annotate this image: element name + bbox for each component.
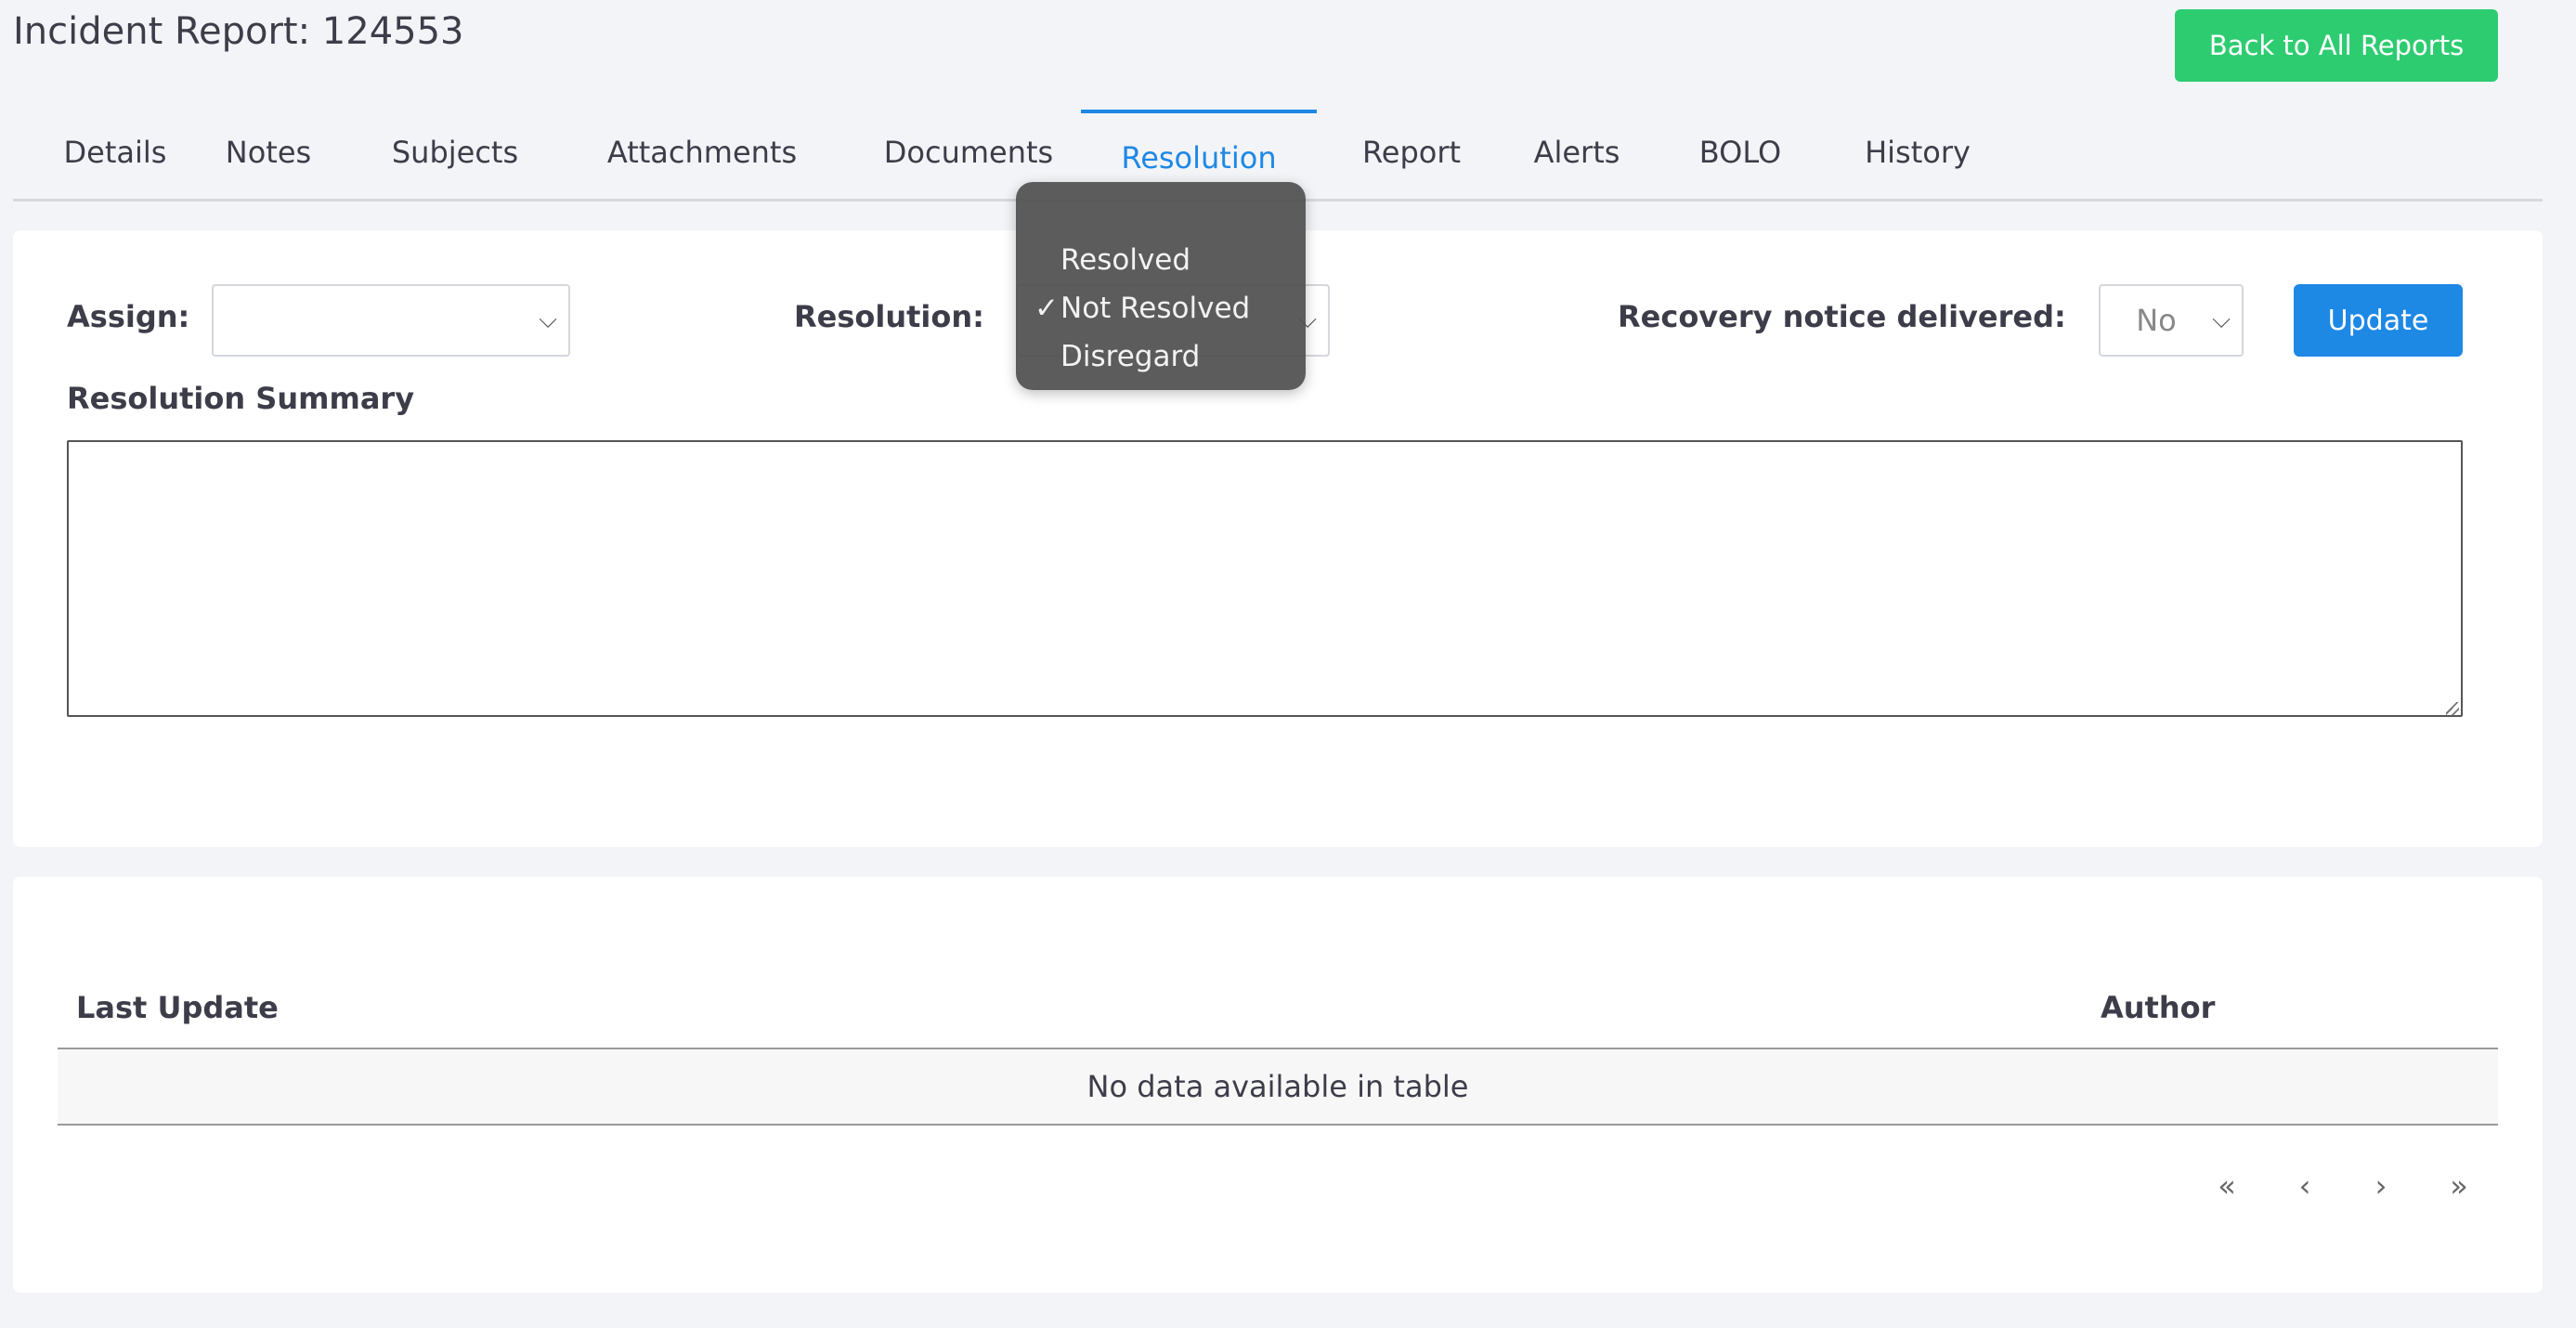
- assign-select-value: [214, 286, 539, 355]
- resolution-summary-label: Resolution Summary: [67, 381, 415, 416]
- chevron-down-icon: ⌵: [2212, 306, 2231, 334]
- pagination-first-icon[interactable]: «: [2208, 1163, 2245, 1209]
- option-label: Not Resolved: [1060, 292, 1251, 325]
- resolution-option-disregard[interactable]: Disregard: [1016, 332, 1306, 381]
- resolution-option-not-resolved[interactable]: ✓ Not Resolved: [1016, 284, 1306, 332]
- back-to-all-reports-button[interactable]: Back to All Reports: [2175, 9, 2498, 82]
- resolution-label: Resolution:: [794, 299, 984, 334]
- checkmark-icon: ✓: [1034, 292, 1059, 325]
- chevron-down-icon: ⌵: [539, 306, 557, 334]
- resolution-option-resolved[interactable]: Resolved: [1016, 236, 1306, 284]
- resolution-summary-textarea[interactable]: [67, 440, 2463, 717]
- recovery-notice-select[interactable]: No ⌵: [2099, 284, 2244, 357]
- page-title: Incident Report: 124553: [13, 10, 464, 53]
- tab-notes[interactable]: Notes: [217, 110, 319, 199]
- assign-label: Assign:: [67, 299, 190, 334]
- assign-select[interactable]: ⌵: [212, 284, 570, 357]
- table-header: Last Update Author: [58, 970, 2498, 1049]
- pagination-previous-icon[interactable]: ‹: [2286, 1163, 2323, 1209]
- pagination-last-icon[interactable]: »: [2440, 1163, 2478, 1209]
- tab-history[interactable]: History: [1848, 110, 1987, 199]
- column-header-author[interactable]: Author: [2101, 970, 2215, 1046]
- tab-attachments[interactable]: Attachments: [591, 110, 813, 199]
- recovery-notice-value: No: [2136, 303, 2177, 338]
- resize-grip-icon[interactable]: [2446, 702, 2459, 715]
- update-button[interactable]: Update: [2294, 284, 2463, 357]
- pagination-next-icon[interactable]: ›: [2362, 1163, 2400, 1209]
- tab-bolo[interactable]: BOLO: [1685, 110, 1796, 199]
- option-label: Resolved: [1060, 243, 1191, 277]
- tab-subjects[interactable]: Subjects: [381, 110, 529, 199]
- tab-report[interactable]: Report: [1347, 110, 1477, 199]
- option-label: Disregard: [1060, 340, 1201, 373]
- recovery-notice-label: Recovery notice delivered:: [1618, 299, 2066, 334]
- column-header-last-update[interactable]: Last Update: [76, 970, 279, 1046]
- tab-alerts[interactable]: Alerts: [1517, 110, 1636, 199]
- empty-table-message: No data available in table: [58, 1049, 2498, 1126]
- tab-details[interactable]: Details: [50, 110, 180, 199]
- resolution-dropdown-menu: Resolved ✓ Not Resolved Disregard: [1016, 182, 1306, 390]
